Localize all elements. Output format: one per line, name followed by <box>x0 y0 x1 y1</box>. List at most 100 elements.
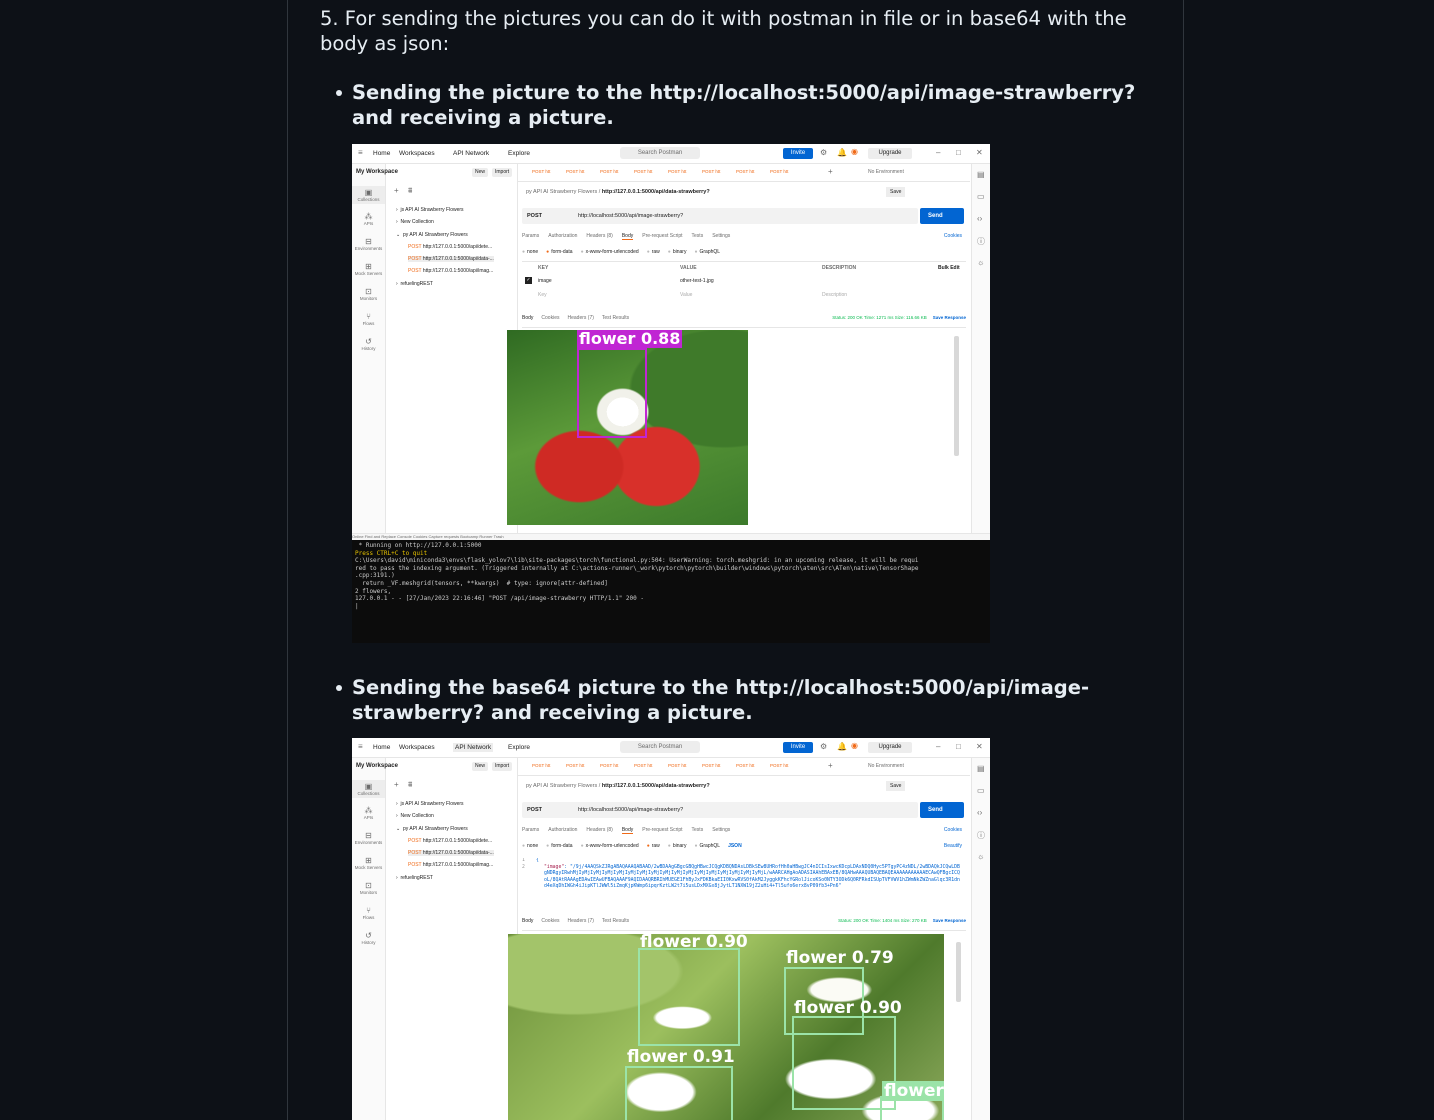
sidebar-item-apis[interactable]: ⁂ APIs <box>352 212 385 226</box>
resp-tab-tests[interactable]: Test Results <box>602 315 629 321</box>
beautify-link[interactable]: Beautify <box>944 843 962 849</box>
resp-tab-tests[interactable]: Test Results <box>602 918 629 924</box>
add-icon[interactable]: + <box>394 780 399 789</box>
tab-authorization[interactable]: Authorization <box>548 233 577 239</box>
bell-icon[interactable]: 🔔 <box>837 148 847 157</box>
tree-request[interactable]: POST http://127.0.0.1:5000/api/imag... <box>408 268 493 274</box>
nav-workspaces[interactable]: Workspaces <box>399 744 435 751</box>
request-tab[interactable]: POST htt <box>770 169 800 174</box>
add-icon[interactable]: + <box>394 186 399 195</box>
sidebar-item-monitors[interactable]: ⊡ Monitors <box>352 287 385 301</box>
sidebar-item-environments[interactable]: ⊟ Environments <box>352 237 385 251</box>
tree-item[interactable]: ⌄ py API AI Strawberry Flowers <box>396 826 468 832</box>
tab-pre-request[interactable]: Pre-request Script <box>642 233 682 239</box>
tab-body[interactable]: Body <box>621 233 634 240</box>
request-tab[interactable]: POST htt <box>532 169 562 174</box>
request-tab[interactable]: POST htt <box>668 763 698 768</box>
tab-body[interactable]: Body <box>621 827 634 834</box>
resp-tab-headers[interactable]: Headers (7) <box>567 918 593 924</box>
url-input[interactable]: http://localhost:5000/api/image-strawber… <box>578 807 683 813</box>
info-icon[interactable]: ⓘ <box>977 236 985 247</box>
radio-none[interactable]: none <box>522 843 538 849</box>
request-tab[interactable]: POST htt <box>600 169 630 174</box>
tree-item[interactable]: › New Collection <box>396 813 434 819</box>
radio-graphql[interactable]: GraphQL <box>694 249 720 255</box>
request-tab[interactable]: POST htt <box>532 763 562 768</box>
kv-value[interactable]: other-test-1.jpg <box>680 278 714 284</box>
avatar[interactable]: ◉ <box>851 741 858 750</box>
url-input[interactable]: http://localhost:5000/api/image-strawber… <box>578 213 683 219</box>
response-scrollbar[interactable] <box>954 336 959 456</box>
radio-form-data[interactable]: form-data <box>546 843 572 849</box>
info-icon[interactable]: ⓘ <box>977 830 985 841</box>
sidebar-item-mock-servers[interactable]: ⊞ Mock Servers <box>352 856 385 870</box>
method-select[interactable]: POST <box>527 213 542 219</box>
close-icon[interactable]: ✕ <box>976 742 983 751</box>
sidebar-item-flows[interactable]: ⑂ Flows <box>352 906 385 920</box>
light-icon[interactable]: ☼ <box>977 258 984 267</box>
code-icon[interactable]: ‹› <box>977 214 982 223</box>
nav-workspaces[interactable]: Workspaces <box>399 150 435 157</box>
import-button[interactable]: Import <box>492 168 513 177</box>
menu-icon[interactable]: ≡ <box>358 742 363 751</box>
tree-item[interactable]: ⌄ py API AI Strawberry Flowers <box>396 232 468 238</box>
nav-api-network[interactable]: API Network <box>453 150 489 157</box>
resp-tab-body[interactable]: Body <box>522 315 533 321</box>
radio-none[interactable]: none <box>522 249 538 255</box>
request-tab[interactable]: POST htt <box>566 763 596 768</box>
cookies-link[interactable]: Cookies <box>944 827 962 833</box>
kv-key[interactable]: image <box>538 278 552 284</box>
nav-explore[interactable]: Explore <box>508 744 530 751</box>
new-tab-icon[interactable]: + <box>828 167 833 176</box>
nav-explore[interactable]: Explore <box>508 150 530 157</box>
tab-settings[interactable]: Settings <box>712 233 730 239</box>
request-tab[interactable]: POST htt <box>634 763 664 768</box>
request-tab[interactable]: POST htt <box>736 763 766 768</box>
resp-tab-cookies[interactable]: Cookies <box>541 315 559 321</box>
radio-urlencoded[interactable]: x-www-form-urlencoded <box>581 843 639 849</box>
tab-params[interactable]: Params <box>522 827 539 833</box>
json-select[interactable]: JSON <box>728 843 742 849</box>
menu-icon[interactable]: ≡ <box>358 148 363 157</box>
radio-urlencoded[interactable]: x-www-form-urlencoded <box>581 249 639 255</box>
tree-item[interactable]: › js API AI Strawberry Flowers <box>396 207 464 213</box>
upgrade-button[interactable]: Upgrade <box>868 742 912 753</box>
sidebar-item-environments[interactable]: ⊟ Environments <box>352 831 385 845</box>
nav-home[interactable]: Home <box>373 744 390 751</box>
import-button[interactable]: Import <box>492 762 513 771</box>
save-response-button[interactable]: Save Response <box>933 315 966 320</box>
close-icon[interactable]: ✕ <box>976 148 983 157</box>
radio-raw[interactable]: raw <box>647 249 660 255</box>
search-input[interactable]: Search Postman <box>620 741 700 753</box>
send-button[interactable]: Send <box>920 208 964 224</box>
tab-authorization[interactable]: Authorization <box>548 827 577 833</box>
resp-tab-cookies[interactable]: Cookies <box>541 918 559 924</box>
filter-icon[interactable]: ⩩ <box>408 186 412 196</box>
cookies-link[interactable]: Cookies <box>944 233 962 239</box>
tree-item[interactable]: › refuelingREST <box>396 875 433 881</box>
tree-item[interactable]: › New Collection <box>396 219 434 225</box>
nav-home[interactable]: Home <box>373 150 390 157</box>
request-tab[interactable]: POST htt <box>702 763 732 768</box>
radio-graphql[interactable]: GraphQL <box>694 843 720 849</box>
new-tab-icon[interactable]: + <box>828 761 833 770</box>
kv-key-placeholder[interactable]: Key <box>538 292 547 298</box>
request-tab[interactable]: POST htt <box>770 763 800 768</box>
docs-icon[interactable]: ▤ <box>977 170 985 179</box>
tab-tests[interactable]: Tests <box>692 233 704 239</box>
code-icon[interactable]: ‹› <box>977 808 982 817</box>
row-checkbox[interactable]: ✓ <box>525 277 532 284</box>
resp-tab-headers[interactable]: Headers (7) <box>567 315 593 321</box>
method-select[interactable]: POST <box>527 807 542 813</box>
sidebar-item-mock-servers[interactable]: ⊞ Mock Servers <box>352 262 385 276</box>
tab-pre-request[interactable]: Pre-request Script <box>642 827 682 833</box>
minimize-icon[interactable]: – <box>936 742 940 751</box>
radio-raw[interactable]: raw <box>647 843 660 849</box>
radio-binary[interactable]: binary <box>668 249 687 255</box>
tree-request-selected[interactable]: POST http://127.0.0.1:5000/api/data-... <box>408 850 494 856</box>
comments-icon[interactable]: ▭ <box>977 192 985 201</box>
settings-icon[interactable]: ⚙ <box>820 742 827 751</box>
invite-button[interactable]: Invite <box>783 742 813 753</box>
request-tab[interactable]: POST htt <box>736 169 766 174</box>
tree-request[interactable]: POST http://127.0.0.1:5000/api/imag... <box>408 862 493 868</box>
